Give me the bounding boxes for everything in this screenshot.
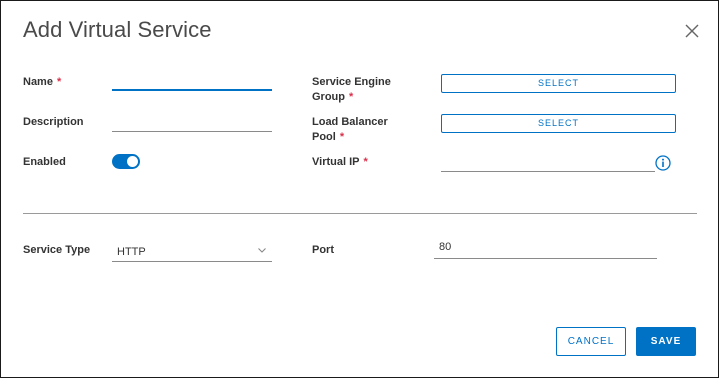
enabled-label: Enabled (23, 156, 66, 168)
service-engine-group-select-button[interactable]: SELECT (441, 74, 676, 93)
chevron-down-icon (258, 248, 266, 253)
name-label: Name * (23, 75, 61, 90)
load-balancer-pool-select-button[interactable]: SELECT (441, 114, 676, 133)
service-engine-group-label-line2: Group (312, 91, 345, 103)
service-type-selected-value: HTTP (117, 246, 146, 258)
port-label: Port (312, 244, 334, 256)
load-balancer-pool-label-line2-wrap: Pool * (312, 130, 388, 145)
required-marker: * (349, 91, 354, 103)
virtual-ip-label-text: Virtual IP (312, 156, 360, 168)
cancel-button[interactable]: CANCEL (556, 327, 626, 356)
load-balancer-pool-label-line2: Pool (312, 131, 336, 143)
section-divider (23, 213, 697, 214)
close-icon[interactable] (684, 23, 700, 39)
service-engine-group-label-line1: Service Engine (312, 76, 391, 88)
save-button[interactable]: SAVE (636, 327, 696, 356)
toggle-knob (127, 156, 138, 167)
enabled-toggle[interactable] (112, 154, 140, 169)
virtual-ip-input[interactable] (441, 150, 655, 172)
dialog-title: Add Virtual Service (23, 17, 212, 42)
port-input[interactable] (434, 237, 657, 259)
required-marker: * (339, 131, 345, 143)
description-label: Description (23, 116, 84, 128)
port-value: 80 (439, 241, 452, 253)
required-marker: * (363, 156, 368, 168)
name-input[interactable] (112, 69, 272, 91)
name-label-text: Name (23, 76, 53, 88)
load-balancer-pool-label: Load Balancer Pool * (312, 115, 388, 145)
service-engine-group-label-line2-wrap: Group * (312, 90, 391, 105)
description-input[interactable] (112, 110, 272, 132)
info-icon[interactable] (655, 155, 671, 171)
add-virtual-service-dialog: Add Virtual Service Name * Description En… (0, 0, 719, 378)
service-type-dropdown[interactable]: HTTP (112, 241, 272, 262)
service-engine-group-label: Service Engine Group * (312, 75, 391, 105)
load-balancer-pool-label-line1: Load Balancer (312, 116, 388, 128)
virtual-ip-label: Virtual IP * (312, 155, 368, 170)
service-type-label: Service Type (23, 244, 91, 256)
required-marker: * (56, 76, 62, 88)
